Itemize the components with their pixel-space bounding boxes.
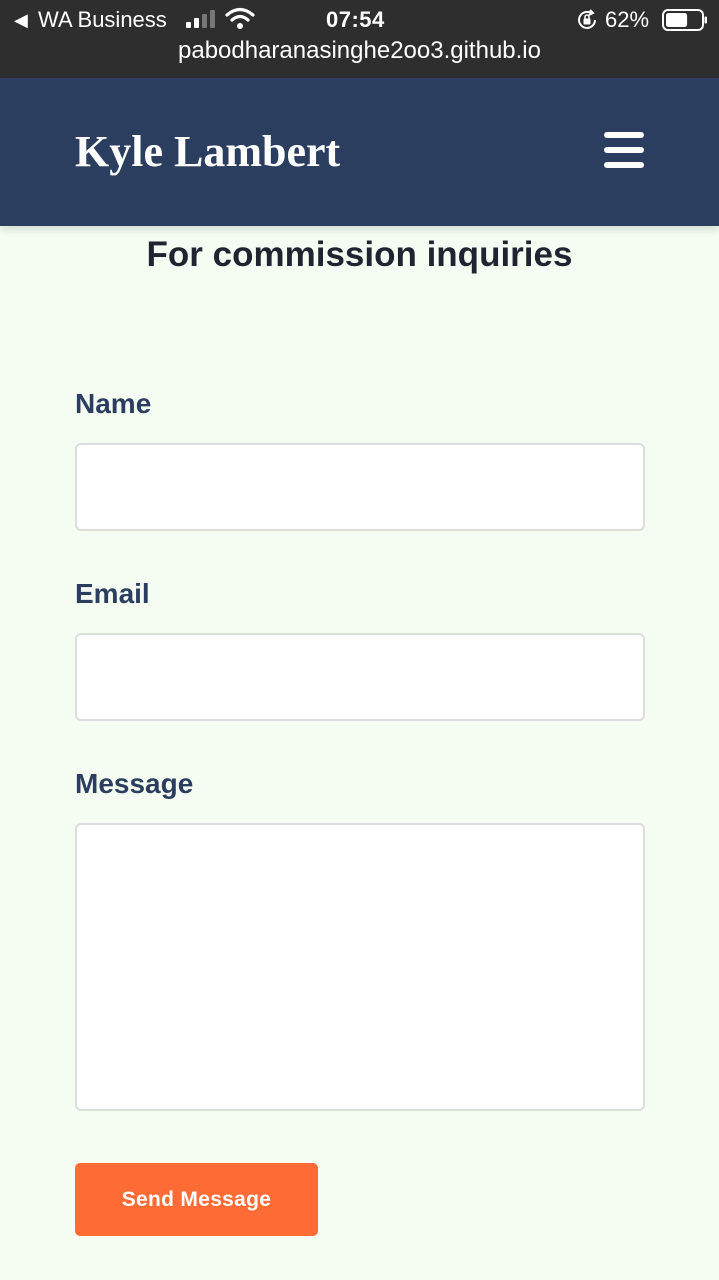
send-message-button[interactable]: Send Message xyxy=(75,1163,318,1236)
clock: 07:54 xyxy=(326,7,385,32)
address-bar-url[interactable]: pabodharanasinghe2oo3.github.io xyxy=(0,36,719,66)
email-label: Email xyxy=(75,578,150,609)
menu-bar-top xyxy=(604,132,644,138)
carrier-label[interactable]: WA Business xyxy=(38,7,167,33)
hamburger-menu-icon[interactable] xyxy=(604,132,644,168)
message-label: Message xyxy=(75,768,194,799)
site-navbar: Kyle Lambert xyxy=(0,78,719,226)
back-arrow-icon[interactable]: ◀ xyxy=(14,8,28,32)
name-label: Name xyxy=(75,388,152,419)
status-bar: ◀ WA Business 07:54 62% pabodharanasingh… xyxy=(0,0,719,78)
cellular-signal-icon xyxy=(186,10,218,28)
page-title: For commission inquiries xyxy=(146,235,573,274)
orientation-lock-icon xyxy=(578,9,596,29)
email-input[interactable] xyxy=(75,633,645,721)
wifi-icon xyxy=(225,7,255,29)
message-textarea[interactable] xyxy=(75,823,645,1111)
site-brand[interactable]: Kyle Lambert xyxy=(75,126,340,178)
menu-bar-bottom xyxy=(604,162,644,168)
battery-icon xyxy=(662,9,707,31)
battery-percentage: 62% xyxy=(605,7,650,32)
name-input[interactable] xyxy=(75,443,645,531)
menu-bar-middle xyxy=(604,147,644,153)
